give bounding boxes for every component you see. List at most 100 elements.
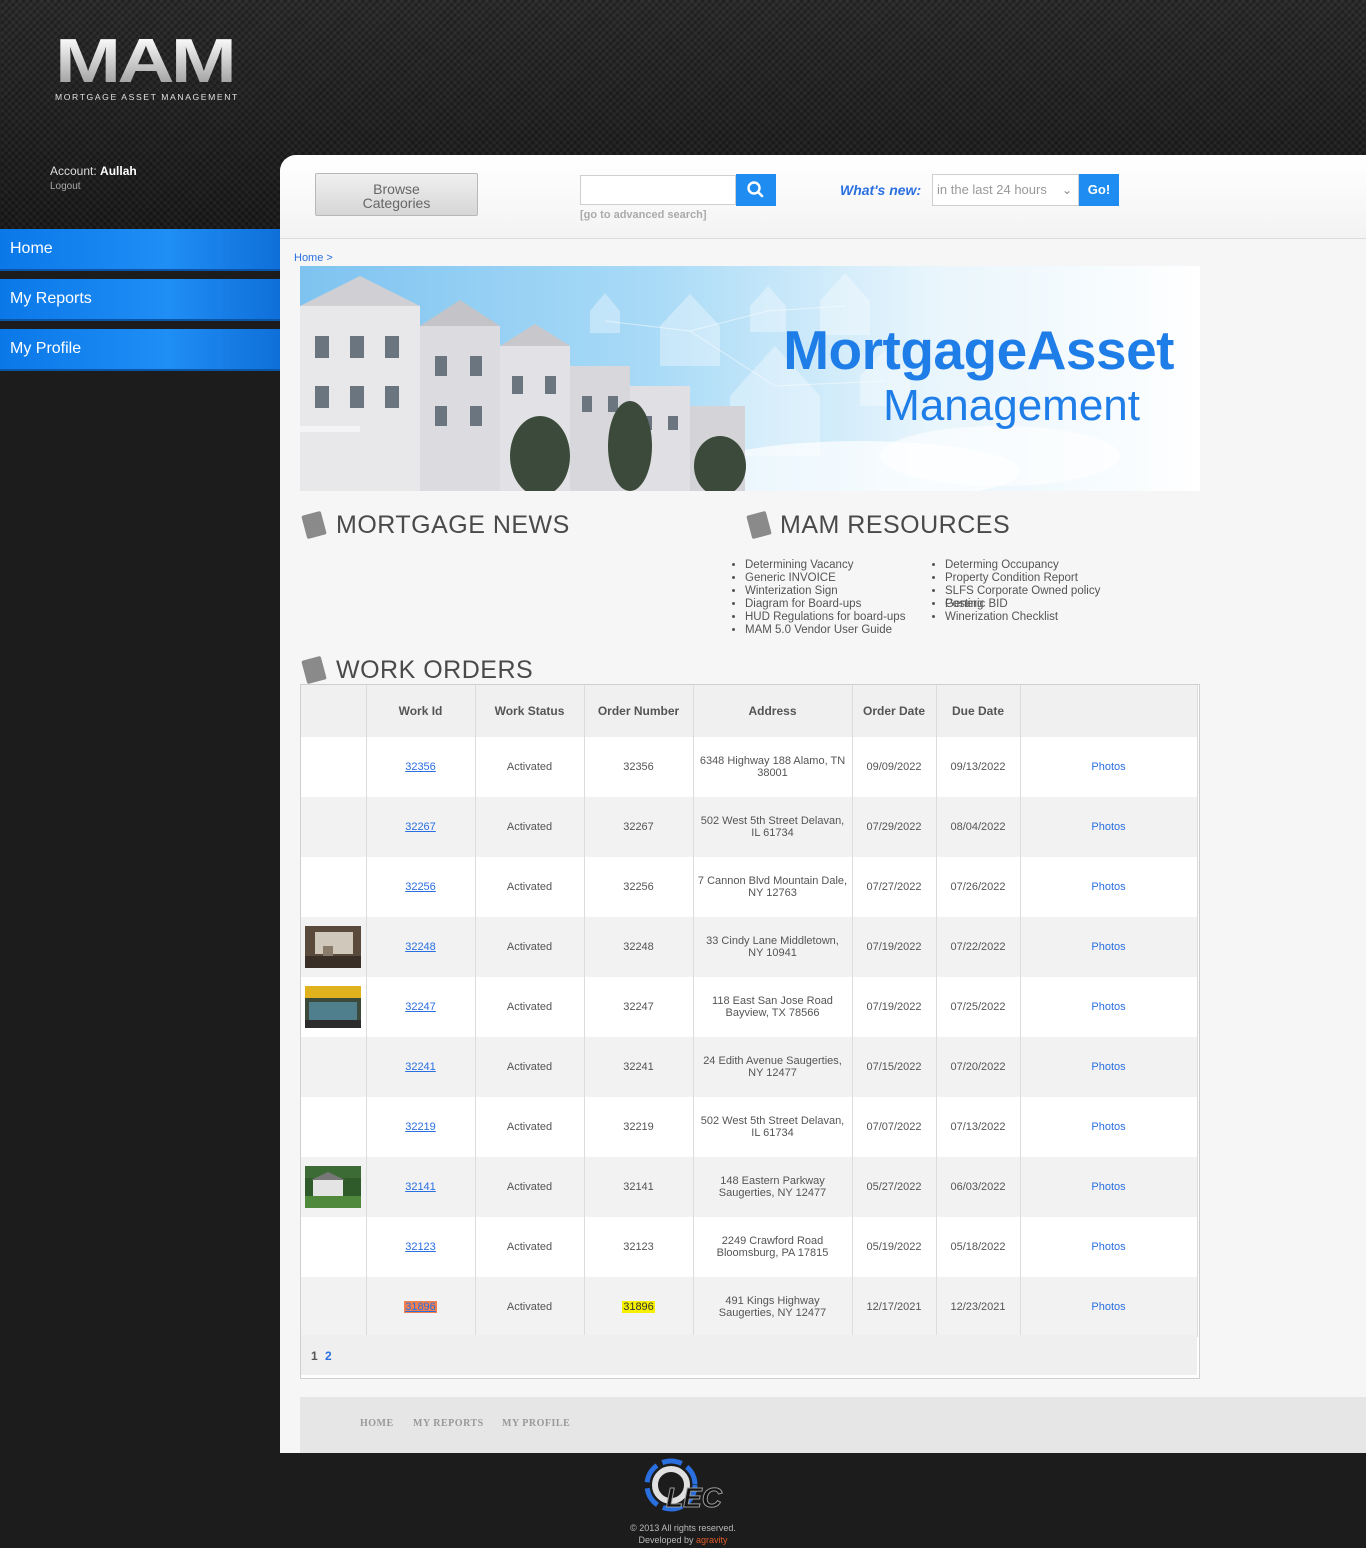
due-date-cell: 12/23/2021 bbox=[936, 1277, 1021, 1337]
photos-link[interactable]: Photos bbox=[1091, 1241, 1125, 1253]
footer-link-home[interactable]: HOME bbox=[360, 1418, 394, 1429]
resource-link[interactable]: HUD Regulations for board-ups bbox=[745, 611, 905, 624]
sidebar-item-my-reports[interactable]: My Reports bbox=[0, 279, 280, 321]
work-id-cell: 32123 bbox=[366, 1217, 476, 1277]
resource-link[interactable]: Determing Occupancy bbox=[945, 559, 1135, 572]
hero-banner: MortgageAsset Management bbox=[300, 266, 1200, 491]
work-id-cell: 32267 bbox=[366, 797, 476, 857]
photos-link[interactable]: Photos bbox=[1091, 821, 1125, 833]
work-id-link[interactable]: 32241 bbox=[405, 1061, 436, 1073]
resource-link[interactable]: Property Condition Report bbox=[945, 572, 1135, 585]
photos-cell: Photos bbox=[1020, 1157, 1198, 1217]
resource-link[interactable]: MAM 5.0 Vendor User Guide bbox=[745, 624, 905, 637]
work-id-link[interactable]: 32247 bbox=[405, 1001, 436, 1013]
work-id-link[interactable]: 32141 bbox=[405, 1181, 436, 1193]
work-id-link[interactable]: 32248 bbox=[405, 941, 436, 953]
lec-brand-text: LEC bbox=[666, 1482, 723, 1514]
sidebar-item-my-profile[interactable]: My Profile bbox=[0, 329, 280, 371]
footer-link-my-reports[interactable]: MY REPORTS bbox=[413, 1418, 484, 1429]
work-status-cell: Activated bbox=[475, 737, 585, 797]
photos-cell: Photos bbox=[1020, 917, 1198, 977]
property-thumbnail[interactable] bbox=[305, 986, 362, 1028]
property-thumbnail[interactable] bbox=[305, 1166, 362, 1208]
order-number: 32219 bbox=[623, 1121, 654, 1133]
developer-name[interactable]: agravity bbox=[696, 1535, 728, 1545]
footer-link-my-profile[interactable]: MY PROFILE bbox=[502, 1418, 570, 1429]
column-header[interactable]: Work Id bbox=[366, 685, 476, 737]
resource-link[interactable]: Generic INVOICE bbox=[745, 572, 905, 585]
address-cell: 502 West 5th Street Delavan, IL 61734 bbox=[693, 1097, 853, 1157]
resource-link[interactable]: Diagram for Board-ups bbox=[745, 598, 905, 611]
whats-new-select[interactable]: in the last 24 hours ⌄ bbox=[932, 174, 1079, 206]
sidebar-item-home[interactable]: Home bbox=[0, 229, 280, 271]
thumbnail-cell bbox=[301, 977, 367, 1037]
work-status-cell: Activated bbox=[475, 1157, 585, 1217]
work-id-link[interactable]: 32267 bbox=[405, 821, 436, 833]
resource-link[interactable]: SLFS Corporate Owned policy bbox=[945, 585, 1135, 598]
work-status-cell: Activated bbox=[475, 1037, 585, 1097]
due-date-cell: 07/20/2022 bbox=[936, 1037, 1021, 1097]
resource-link-continuation[interactable]: Posting bbox=[945, 598, 983, 610]
due-date-cell: 06/03/2022 bbox=[936, 1157, 1021, 1217]
browse-categories-button[interactable]: Browse Categories bbox=[315, 173, 478, 216]
photos-link[interactable]: Photos bbox=[1091, 1121, 1125, 1133]
order-number-cell: 32141 bbox=[584, 1157, 694, 1217]
address-cell: 118 East San Jose Road Bayview, TX 78566 bbox=[693, 977, 853, 1037]
logout-link[interactable]: Logout bbox=[50, 181, 81, 192]
whats-new-selected: in the last 24 hours bbox=[937, 182, 1047, 197]
photos-link[interactable]: Photos bbox=[1091, 761, 1125, 773]
browse-line-2: Categories bbox=[362, 195, 431, 211]
column-header[interactable]: Due Date bbox=[936, 685, 1021, 737]
search-button[interactable] bbox=[736, 174, 776, 206]
work-id-link[interactable]: 32123 bbox=[405, 1241, 436, 1253]
page-link[interactable]: 2 bbox=[325, 1349, 332, 1363]
order-number: 32248 bbox=[623, 941, 654, 953]
document-icon bbox=[746, 510, 772, 540]
work-id-link[interactable]: 32219 bbox=[405, 1121, 436, 1133]
advanced-search-link[interactable]: [go to advanced search] bbox=[580, 209, 707, 221]
document-icon bbox=[301, 510, 327, 540]
work-id-link[interactable]: 32356 bbox=[405, 761, 436, 773]
column-header[interactable]: Work Status bbox=[475, 685, 585, 737]
column-header[interactable]: Order Date bbox=[852, 685, 937, 737]
thumbnail-cell bbox=[301, 917, 367, 977]
photos-link[interactable]: Photos bbox=[1091, 1301, 1125, 1313]
due-date-cell: 08/04/2022 bbox=[936, 797, 1021, 857]
photos-link[interactable]: Photos bbox=[1091, 941, 1125, 953]
photos-link[interactable]: Photos bbox=[1091, 1181, 1125, 1193]
banner-title-line-1: MortgageAsset bbox=[783, 319, 1174, 381]
order-number: 32267 bbox=[623, 821, 654, 833]
search-input[interactable] bbox=[580, 175, 736, 205]
resource-link[interactable]: Winerization Checklist bbox=[945, 611, 1135, 624]
search-icon bbox=[747, 181, 764, 198]
go-button[interactable]: Go! bbox=[1079, 174, 1119, 206]
photos-link[interactable]: Photos bbox=[1091, 881, 1125, 893]
property-thumbnail[interactable] bbox=[305, 926, 362, 968]
photos-link[interactable]: Photos bbox=[1091, 1061, 1125, 1073]
work-status-cell: Activated bbox=[475, 1097, 585, 1157]
order-date-cell: 12/17/2021 bbox=[852, 1277, 937, 1337]
table-row: 32123 Activated 32123 2249 Crawford Road Bl… bbox=[301, 1217, 1198, 1277]
account-info: Account: Aullah bbox=[50, 164, 137, 178]
mam-logo[interactable]: MAM MORTGAGE ASSET MANAGEMENT bbox=[55, 31, 250, 103]
table-row: 32356 Activated 32356 6348 Highway 188 Alam… bbox=[301, 737, 1198, 797]
column-header[interactable]: Order Number bbox=[584, 685, 694, 737]
photos-cell: Photos bbox=[1020, 977, 1198, 1037]
breadcrumb[interactable]: Home > bbox=[294, 252, 333, 264]
pagination: 1 2 bbox=[301, 1335, 1197, 1375]
address-cell: 24 Edith Avenue Saugerties, NY 12477 bbox=[693, 1037, 853, 1097]
chevron-down-icon: ⌄ bbox=[1061, 183, 1072, 197]
work-id-cell: 32256 bbox=[366, 857, 476, 917]
whats-new-label: What's new: bbox=[840, 182, 922, 198]
photos-cell: Photos bbox=[1020, 737, 1198, 797]
column-header[interactable]: Address bbox=[693, 685, 853, 737]
resource-link[interactable]: Determining Vacancy bbox=[745, 559, 905, 572]
order-number-cell: 32247 bbox=[584, 977, 694, 1037]
work-id-link[interactable]: 31896 bbox=[404, 1301, 437, 1313]
work-id-link[interactable]: 32256 bbox=[405, 881, 436, 893]
photos-link[interactable]: Photos bbox=[1091, 1001, 1125, 1013]
resource-link[interactable]: Winterization Sign bbox=[745, 585, 905, 598]
due-date-cell: 07/25/2022 bbox=[936, 977, 1021, 1037]
thumbnail-cell bbox=[301, 1217, 367, 1277]
lec-logo: LEC bbox=[636, 1452, 736, 1522]
